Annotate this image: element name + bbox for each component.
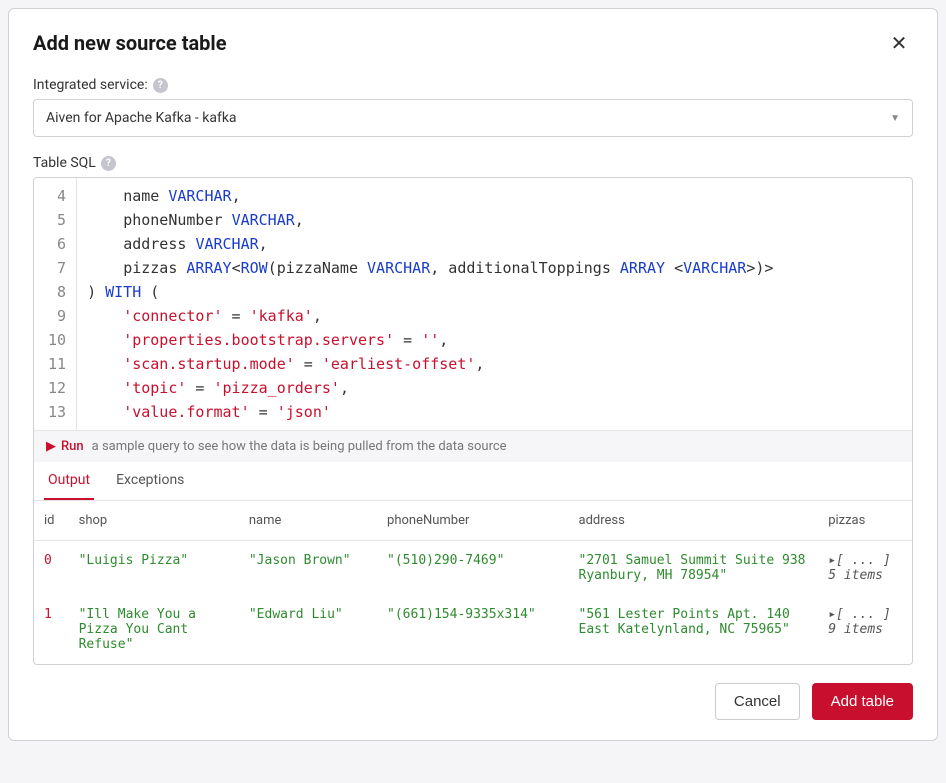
integrated-service-select[interactable]: Aiven for Apache Kafka - kafka ▼ [33,99,913,137]
code-line[interactable]: address VARCHAR, [87,232,902,256]
table-row: 0"Luigis Pizza""Jason Brown""(510)290-74… [34,541,912,596]
code-line[interactable]: 'properties.bootstrap.servers' = '', [87,328,902,352]
line-number: 9 [34,304,76,328]
line-number: 12 [34,376,76,400]
cell-name: "Jason Brown" [239,541,377,596]
code-content[interactable]: name VARCHAR, phoneNumber VARCHAR, addre… [77,178,912,430]
code-line[interactable]: 'value.format' = 'json' [87,400,902,424]
integrated-service-field: Integrated service: ? Aiven for Apache K… [33,77,913,137]
sql-editor-container: 45678910111213 name VARCHAR, phoneNumber… [33,177,913,665]
table-header-row: idshopnamephoneNumberaddresspizzas [34,501,912,541]
col-address: address [569,501,819,541]
cell-phoneNumber: "(661)154-9335x314" [377,595,568,664]
run-label: Run [61,439,84,454]
run-bar: ▶ Run a sample query to see how the data… [34,430,912,462]
code-line[interactable]: 'scan.startup.mode' = 'earliest-offset', [87,352,902,376]
cell-address: "2701 Samuel Summit Suite 938 Ryanbury, … [569,541,819,596]
code-line[interactable]: 'connector' = 'kafka', [87,304,902,328]
line-gutter: 45678910111213 [34,178,77,430]
dialog-footer: Cancel Add table [33,683,913,720]
close-button[interactable]: ✕ [885,29,913,57]
help-icon[interactable]: ? [153,78,168,93]
line-number: 4 [34,184,76,208]
cell-address: "561 Lester Points Apt. 140 East Katelyn… [569,595,819,664]
table-body: 0"Luigis Pizza""Jason Brown""(510)290-74… [34,541,912,665]
code-line[interactable]: name VARCHAR, [87,184,902,208]
close-icon: ✕ [891,31,908,56]
line-number: 13 [34,400,76,424]
cell-shop: "Ill Make You a Pizza You Cant Refuse" [69,595,239,664]
table-row: 1"Ill Make You a Pizza You Cant Refuse""… [34,595,912,664]
cell-pizzas[interactable]: ▸[ ... ]5 items [818,541,912,596]
cell-id: 0 [34,541,69,596]
run-hint: a sample query to see how the data is be… [92,439,507,454]
chevron-down-icon: ▼ [890,113,900,124]
col-shop: shop [69,501,239,541]
col-name: name [239,501,377,541]
line-number: 10 [34,328,76,352]
col-pizzas: pizzas [818,501,912,541]
dialog-header: Add new source table ✕ [33,29,913,57]
col-phoneNumber: phoneNumber [377,501,568,541]
line-number: 8 [34,280,76,304]
line-number: 5 [34,208,76,232]
table-sql-label: Table SQL ? [33,155,913,171]
cell-phoneNumber: "(510)290-7469" [377,541,568,596]
add-source-table-dialog: Add new source table ✕ Integrated servic… [8,8,938,741]
help-icon[interactable]: ? [101,156,116,171]
add-table-button[interactable]: Add table [812,683,913,720]
cell-id: 1 [34,595,69,664]
results-table: idshopnamephoneNumberaddresspizzas 0"Lui… [34,501,912,664]
line-number: 6 [34,232,76,256]
sql-editor[interactable]: 45678910111213 name VARCHAR, phoneNumber… [34,178,912,430]
cell-pizzas[interactable]: ▸[ ... ]9 items [818,595,912,664]
code-line[interactable]: 'topic' = 'pizza_orders', [87,376,902,400]
col-id: id [34,501,69,541]
code-line[interactable]: phoneNumber VARCHAR, [87,208,902,232]
cancel-button[interactable]: Cancel [715,683,800,720]
expand-icon[interactable]: ▸ [828,607,836,622]
select-value: Aiven for Apache Kafka - kafka [46,110,237,126]
table-sql-field: Table SQL ? 45678910111213 name VARCHAR,… [33,155,913,665]
code-line[interactable]: ) WITH ( [87,280,902,304]
tab-exceptions[interactable]: Exceptions [112,462,188,500]
line-number: 7 [34,256,76,280]
cell-shop: "Luigis Pizza" [69,541,239,596]
code-line[interactable]: pizzas ARRAY<ROW(pizzaName VARCHAR, addi… [87,256,902,280]
tab-output[interactable]: Output [44,462,94,500]
line-number: 11 [34,352,76,376]
label-text: Table SQL [33,155,96,171]
label-text: Integrated service: [33,77,148,93]
integrated-service-label: Integrated service: ? [33,77,913,93]
play-icon: ▶ [46,439,56,454]
run-button[interactable]: ▶ Run [46,439,84,454]
result-tabs: Output Exceptions [34,462,912,501]
dialog-title: Add new source table [33,31,227,55]
cell-name: "Edward Liu" [239,595,377,664]
expand-icon[interactable]: ▸ [828,553,836,568]
